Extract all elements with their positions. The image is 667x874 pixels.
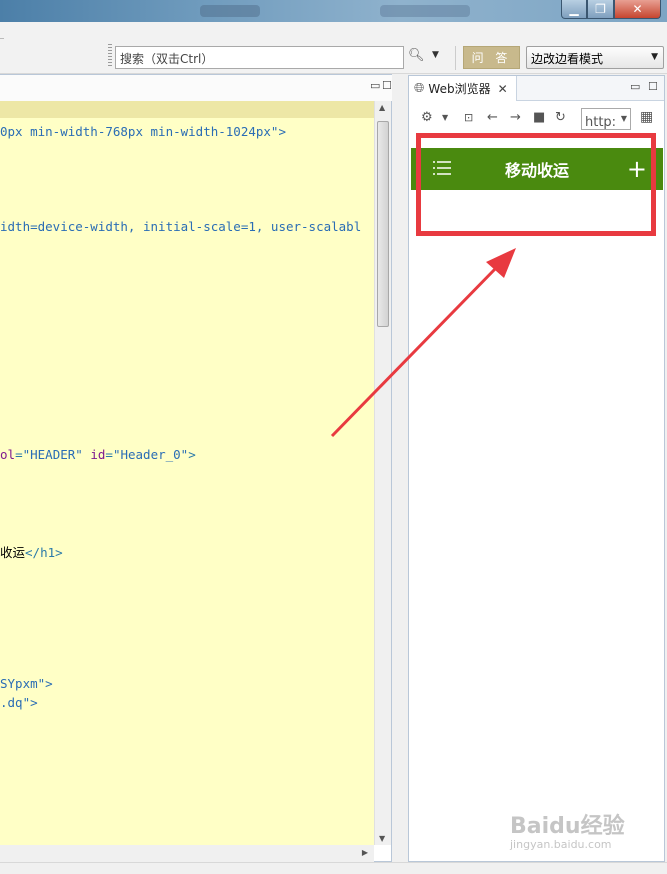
app-title: 移动收运 xyxy=(504,161,569,180)
panel-maximize-icon[interactable]: ☐ xyxy=(648,80,658,93)
settings-dropdown-icon[interactable]: ▼ xyxy=(442,113,448,122)
minimize-button[interactable]: ▁ xyxy=(561,0,587,19)
code-line: 0px min-width-768px min-width-1024px"> xyxy=(0,124,286,139)
scroll-down-icon[interactable]: ▼ xyxy=(379,834,385,843)
view-mode-selected: 边改边看模式 xyxy=(531,52,604,66)
tab-label: Web浏览器 xyxy=(428,82,491,96)
code-editor-body[interactable]: 0px min-width-768px min-width-1024px"> i… xyxy=(0,118,374,845)
scroll-up-icon[interactable]: ▲ xyxy=(379,103,385,112)
settings-gear-icon[interactable]: ⚙ xyxy=(421,110,433,125)
toolbar-divider xyxy=(0,38,4,64)
status-bar xyxy=(0,862,667,874)
stop-icon[interactable]: ■ xyxy=(533,110,545,125)
window-titlebar: ▁ ❐ ✕ xyxy=(0,0,667,22)
url-value: http: xyxy=(585,115,617,130)
editor-vertical-scrollbar[interactable]: ▲ ▼ xyxy=(374,101,391,845)
plus-icon[interactable]: + xyxy=(627,157,647,181)
main-toolbar: 搜索（双击Ctrl） 🔍︎ ▼ 问 答 边改边看模式 ▼ xyxy=(0,22,667,74)
chevron-down-icon: ▼ xyxy=(620,114,627,123)
close-tab-icon[interactable]: ✕ xyxy=(498,82,508,96)
maximize-button[interactable]: ❐ xyxy=(587,0,614,19)
code-line: idth=device-width, initial-scale=1, user… xyxy=(0,219,362,234)
search-dropdown-icon[interactable]: ▼ xyxy=(432,50,444,66)
scrollbar-thumb[interactable] xyxy=(377,121,389,327)
url-input[interactable]: http: ▼ xyxy=(581,108,631,130)
search-icon[interactable]: 🔍︎ xyxy=(408,48,425,68)
toolbar-grip[interactable] xyxy=(108,44,112,66)
toolbar-separator xyxy=(455,46,456,70)
editor-horizontal-scrollbar[interactable]: ▶ xyxy=(0,845,374,862)
ask-button[interactable]: 问 答 xyxy=(463,46,520,69)
list-menu-icon[interactable] xyxy=(433,160,451,176)
chevron-down-icon: ▼ xyxy=(651,52,658,62)
back-arrow-icon[interactable]: ← xyxy=(487,110,498,125)
editor-header: ▭ ☐ xyxy=(0,75,392,101)
mobile-app-header: 移动收运 + xyxy=(411,148,663,190)
code-line: .dq"> xyxy=(0,695,38,710)
code-line: 收运</h1> xyxy=(0,545,63,560)
qr-code-icon[interactable]: ▦ xyxy=(640,109,653,125)
watermark-sub: jingyan.baidu.com xyxy=(510,838,612,851)
browser-nav-bar: ⚙ ▼ ⊡ ← → ■ ↻ http: ▼ ▦ xyxy=(409,104,664,134)
watermark-logo: Baidu经验 jingyan.baidu.com xyxy=(510,808,660,858)
titlebar-blurred-text xyxy=(200,5,260,17)
watermark-brand: Baidu经验 xyxy=(510,814,625,839)
terminal-icon[interactable]: ⊡ xyxy=(464,111,473,124)
panel-minimize-icon[interactable]: ▭ xyxy=(370,79,380,92)
view-mode-select[interactable]: 边改边看模式 ▼ xyxy=(526,46,664,69)
code-line: SYpxm"> xyxy=(0,676,53,691)
code-editor-panel: ▭ ☐ 0px min-width-768px min-width-1024px… xyxy=(0,74,392,862)
scroll-right-icon[interactable]: ▶ xyxy=(362,848,368,857)
panel-minimize-icon[interactable]: ▭ xyxy=(630,80,640,93)
tab-web-browser[interactable]: 🌐︎ Web浏览器 ✕ xyxy=(409,76,517,101)
close-button[interactable]: ✕ xyxy=(614,0,661,19)
globe-icon: 🌐︎ xyxy=(414,81,425,96)
web-browser-panel: 🌐︎ Web浏览器 ✕ ▭ ☐ ⚙ ▼ ⊡ ← → ■ ↻ http: ▼ ▦ … xyxy=(408,75,665,862)
search-input[interactable]: 搜索（双击Ctrl） xyxy=(115,46,404,69)
refresh-icon[interactable]: ↻ xyxy=(555,110,566,125)
editor-current-line-ruler xyxy=(0,101,374,118)
panel-maximize-icon[interactable]: ☐ xyxy=(382,79,392,92)
forward-arrow-icon[interactable]: → xyxy=(510,110,521,125)
titlebar-blurred-text xyxy=(380,5,470,17)
browser-panel-header: ▭ ☐ xyxy=(517,76,664,101)
code-line: ol="HEADER" id="Header_0"> xyxy=(0,447,196,462)
